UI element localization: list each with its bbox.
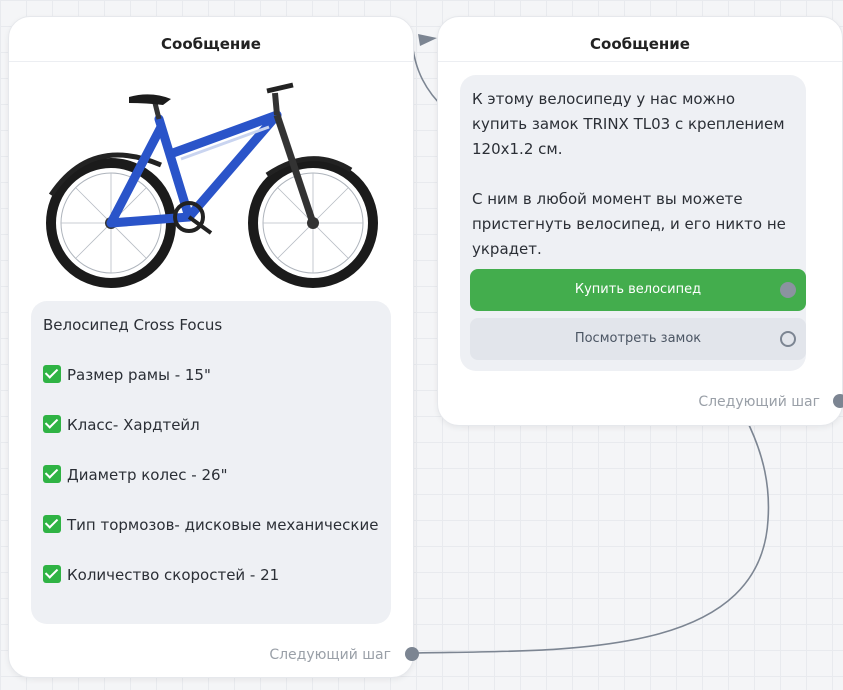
card-title: Сообщение bbox=[161, 35, 261, 53]
spec-item: Диаметр колес - 26" bbox=[43, 463, 379, 488]
spec-class: Класс- Хардтейл bbox=[67, 416, 200, 434]
message-card-2[interactable]: Сообщение К этому велосипеду у нас можно… bbox=[437, 16, 843, 426]
bicycle-icon bbox=[46, 82, 378, 288]
check-icon bbox=[43, 565, 61, 583]
spec-wheel-diameter: Диаметр колес - 26" bbox=[67, 466, 228, 484]
divider bbox=[438, 61, 842, 62]
message-text-block: К этому велосипеду у нас можно купить за… bbox=[460, 75, 806, 371]
buy-bicycle-button[interactable]: Купить велосипед bbox=[470, 269, 806, 311]
check-icon bbox=[43, 365, 61, 383]
button-label: Купить велосипед bbox=[574, 282, 702, 297]
card-title: Сообщение bbox=[590, 35, 690, 53]
message-card-1[interactable]: Сообщение Велосипед Cross Focus Размер р… bbox=[8, 16, 414, 678]
next-step-port[interactable] bbox=[405, 647, 419, 661]
message-text-block: Велосипед Cross Focus Размер рамы - 15" … bbox=[31, 301, 391, 624]
next-step-label: Следующий шаг bbox=[698, 394, 820, 410]
bicycle-image bbox=[31, 75, 391, 301]
product-name: Велосипед Cross Focus bbox=[43, 316, 223, 334]
spec-item: Тип тормозов- дисковые механические bbox=[43, 513, 379, 538]
spec-item: Количество скоростей - 21 bbox=[43, 563, 379, 588]
arrow-icon bbox=[418, 34, 437, 46]
check-icon bbox=[43, 415, 61, 433]
divider bbox=[9, 61, 413, 62]
check-icon bbox=[43, 515, 61, 533]
message-paragraph: К этому велосипеду у нас можно купить за… bbox=[472, 90, 790, 158]
button-port-icon[interactable] bbox=[780, 331, 796, 347]
spec-frame-size: Размер рамы - 15" bbox=[67, 366, 211, 384]
button-label: Посмотреть замок bbox=[574, 331, 702, 346]
spec-item: Класс- Хардтейл bbox=[43, 413, 379, 438]
next-step-label: Следующий шаг bbox=[269, 647, 391, 663]
button-port-icon[interactable] bbox=[780, 282, 796, 298]
message-paragraph: С ним в любой момент вы можете пристегну… bbox=[472, 190, 791, 258]
spec-brakes: Тип тормозов- дисковые механические bbox=[67, 516, 379, 534]
view-lock-button[interactable]: Посмотреть замок bbox=[470, 318, 806, 360]
check-icon bbox=[43, 465, 61, 483]
spec-item: Размер рамы - 15" bbox=[43, 363, 379, 388]
spec-speeds: Количество скоростей - 21 bbox=[67, 566, 280, 584]
next-step-port[interactable] bbox=[833, 394, 843, 408]
